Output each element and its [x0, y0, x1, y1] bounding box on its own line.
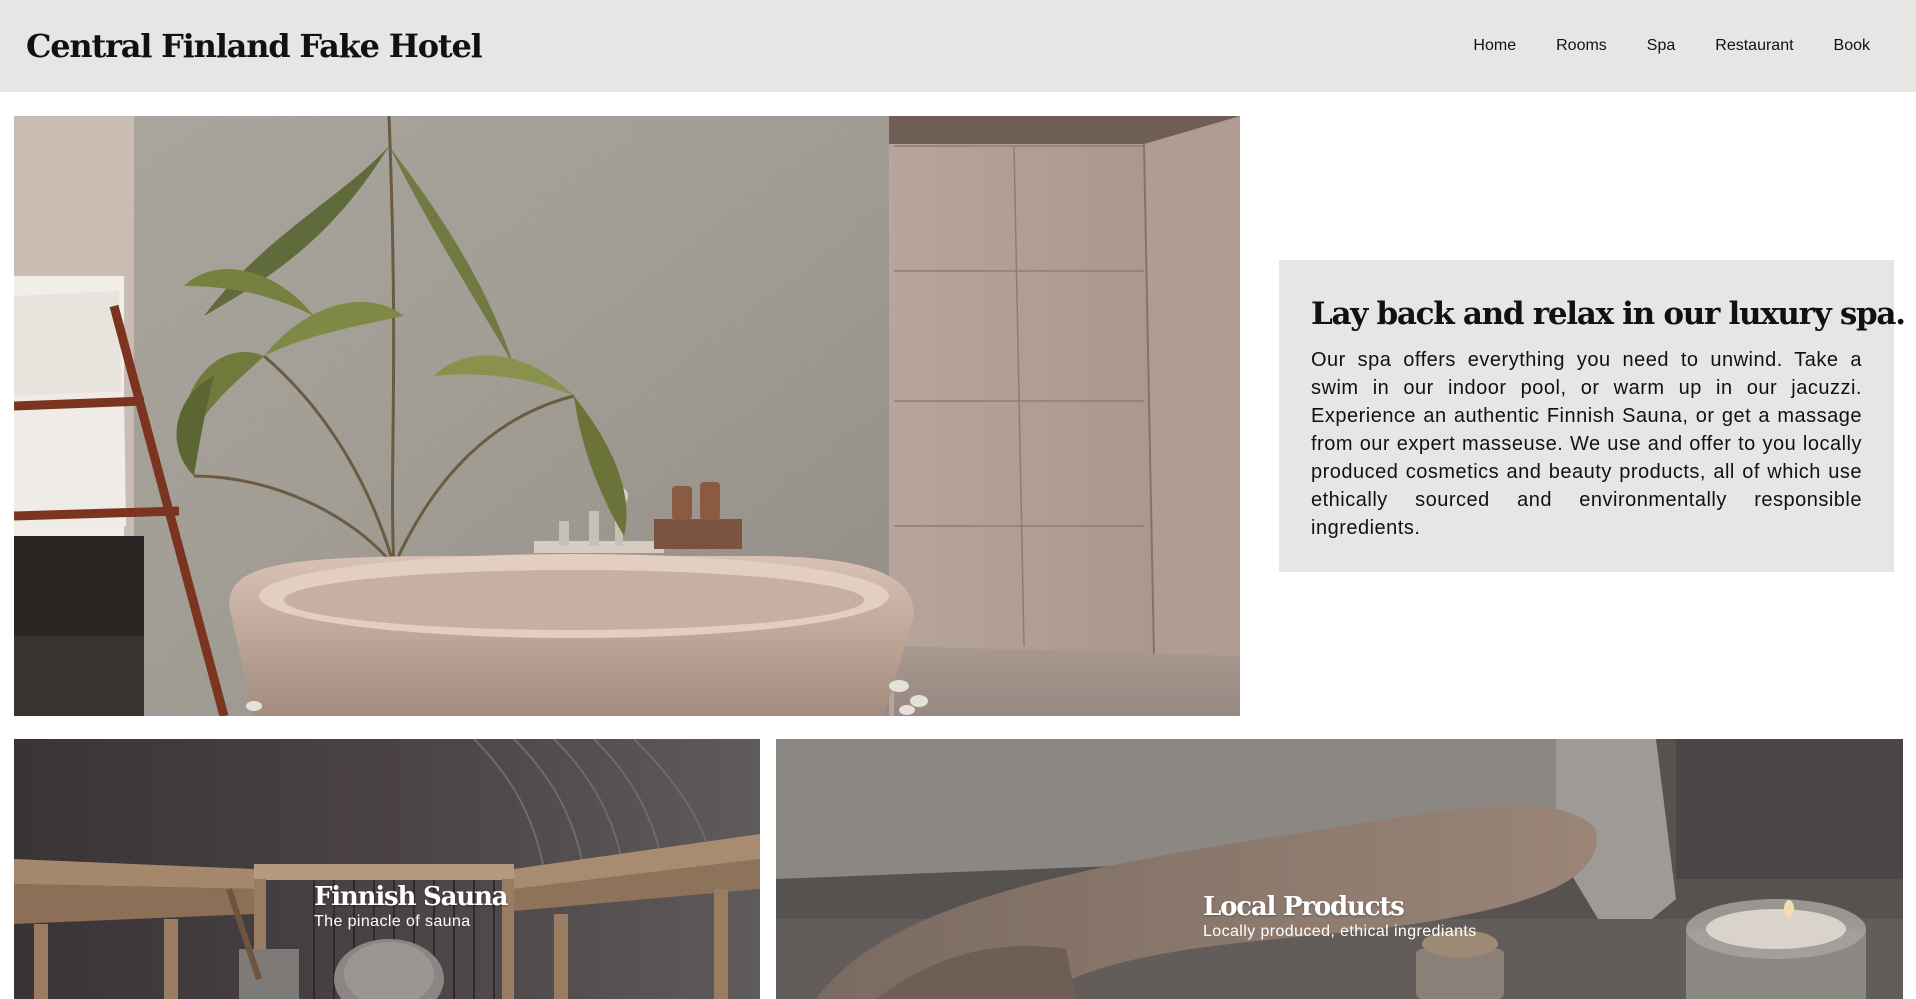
intro-heading: Lay back and relax in our luxury spa.: [1311, 296, 1906, 332]
site-header: Central Finland Fake Hotel Home Rooms Sp…: [0, 0, 1916, 92]
sauna-image: [14, 739, 760, 999]
sauna-subtitle: The pinacle of sauna: [314, 913, 471, 930]
sauna-caption: Finnish Sauna The pinacle of sauna: [314, 882, 508, 932]
local-products-image: [776, 739, 1903, 999]
local-products-card[interactable]: Local Products Locally produced, ethical…: [776, 739, 1903, 999]
sauna-title: Finnish Sauna: [314, 882, 508, 912]
finnish-sauna-card[interactable]: Finnish Sauna The pinacle of sauna: [14, 739, 760, 999]
intro-body: Our spa offers everything you need to un…: [1311, 349, 1862, 539]
nav-link-rooms[interactable]: Rooms: [1536, 29, 1627, 63]
products-caption: Local Products Locally produced, ethical…: [1203, 892, 1477, 942]
nav-link-spa[interactable]: Spa: [1627, 29, 1695, 63]
site-title[interactable]: Central Finland Fake Hotel: [26, 27, 483, 65]
nav-link-home[interactable]: Home: [1453, 29, 1536, 63]
main-nav: Home Rooms Spa Restaurant Book: [1453, 29, 1880, 63]
spa-bathtub-image: [14, 116, 1240, 716]
nav-link-book[interactable]: Book: [1814, 29, 1880, 63]
products-title: Local Products: [1203, 892, 1405, 922]
products-subtitle: Locally produced, ethical ingrediants: [1203, 923, 1477, 940]
nav-link-restaurant[interactable]: Restaurant: [1695, 29, 1813, 63]
spa-intro-panel: Lay back and relax in our luxury spa. Ou…: [1279, 260, 1906, 572]
